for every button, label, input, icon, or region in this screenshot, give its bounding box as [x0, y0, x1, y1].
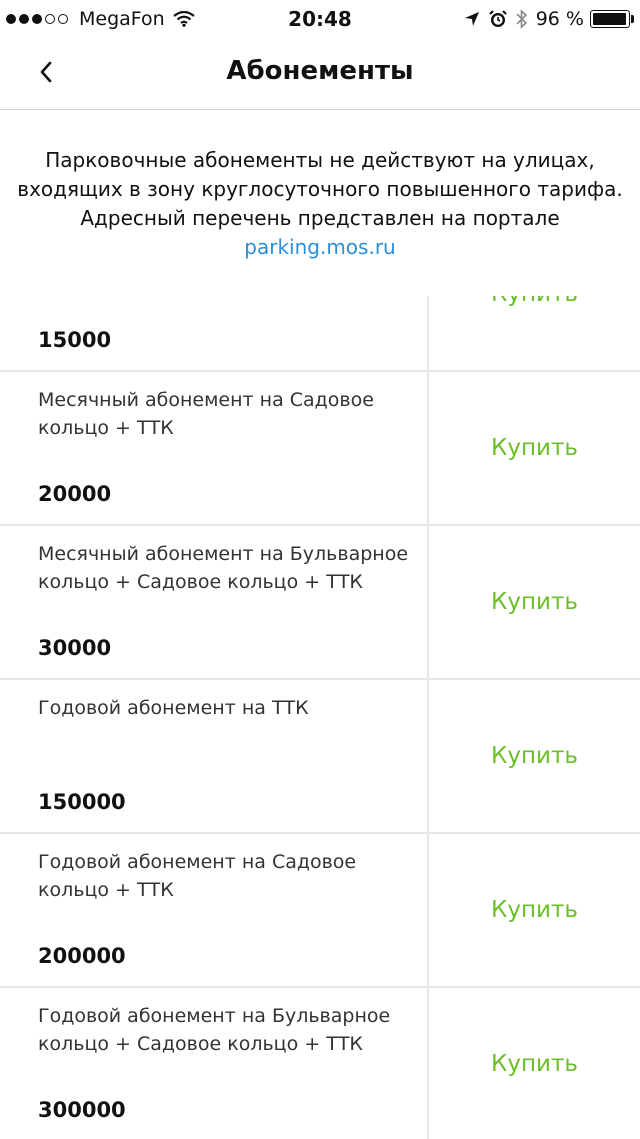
subscription-price: 300000 — [38, 1098, 126, 1122]
subscription-row: 15000 Купить — [0, 296, 640, 372]
subscription-row: Месячный абонемент на Садовое кольцо + Т… — [0, 372, 640, 526]
subscription-title: Годовой абонемент на Садовое кольцо + ТТ… — [38, 851, 357, 901]
battery-percentage: 96 % — [535, 8, 584, 30]
subscription-list-content: 15000 Купить Месячный абонемент на Садов… — [0, 296, 640, 1139]
notice-text: Парковочные абонементы не действуют на у… — [17, 148, 623, 230]
bluetooth-icon — [516, 9, 527, 29]
subscription-row: Годовой абонемент на Бульварное кольцо +… — [0, 988, 640, 1139]
buy-button[interactable]: Купить — [429, 526, 640, 678]
subscription-price: 200000 — [38, 944, 126, 968]
buy-button[interactable]: Купить — [429, 988, 640, 1139]
subscription-title: Месячный абонемент на Бульварное кольцо … — [38, 543, 409, 593]
subscription-row: Годовой абонемент на ТТК 150000 Купить — [0, 680, 640, 834]
buy-button[interactable]: Купить — [429, 680, 640, 832]
buy-button[interactable]: Купить — [429, 372, 640, 524]
subscription-price: 20000 — [38, 482, 112, 506]
subscription-price: 30000 — [38, 636, 112, 660]
buy-button[interactable]: Купить — [429, 834, 640, 986]
subscription-info: 15000 — [0, 296, 429, 370]
subscription-row: Годовой абонемент на Садовое кольцо + ТТ… — [0, 834, 640, 988]
portal-link[interactable]: parking.mos.ru — [0, 233, 640, 262]
subscription-price: 150000 — [38, 790, 126, 814]
subscription-title: Годовой абонемент на ТТК — [38, 697, 309, 719]
subscription-list[interactable]: 15000 Купить Месячный абонемент на Садов… — [0, 296, 640, 1139]
alarm-clock-icon — [488, 10, 507, 27]
subscription-row: Месячный абонемент на Бульварное кольцо … — [0, 526, 640, 680]
status-bar-right: 96 % — [464, 7, 634, 31]
subscription-price: 15000 — [38, 328, 112, 352]
navigation-bar: Абонементы — [0, 40, 640, 110]
battery-cap — [631, 15, 634, 23]
subscription-info: Месячный абонемент на Садовое кольцо + Т… — [0, 372, 429, 524]
subscription-info: Годовой абонемент на Бульварное кольцо +… — [0, 988, 429, 1139]
status-bar: MegaFon 20:48 96 % — [0, 0, 640, 40]
buy-button[interactable]: Купить — [429, 296, 640, 370]
subscription-info: Годовой абонемент на ТТК 150000 — [0, 680, 429, 832]
notice-text-block: Парковочные абонементы не действуют на у… — [0, 146, 640, 262]
subscription-title: Годовой абонемент на Бульварное кольцо +… — [38, 1005, 391, 1055]
subscription-info: Месячный абонемент на Бульварное кольцо … — [0, 526, 429, 678]
subscription-title: Месячный абонемент на Садовое кольцо + Т… — [38, 389, 374, 439]
location-arrow-icon — [464, 12, 479, 26]
subscription-info: Годовой абонемент на Садовое кольцо + ТТ… — [0, 834, 429, 986]
battery-level-fill — [593, 13, 626, 25]
page-title: Абонементы — [226, 56, 414, 86]
battery-icon — [590, 10, 630, 28]
